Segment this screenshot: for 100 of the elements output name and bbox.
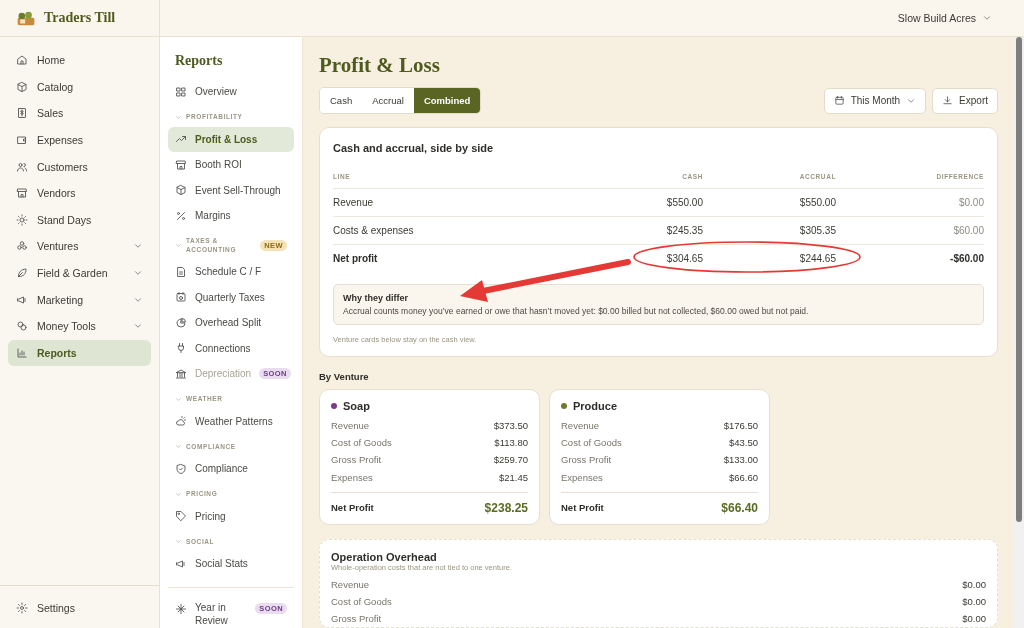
leaf-icon — [16, 267, 28, 280]
nav-item[interactable]: Catalog — [8, 73, 151, 101]
note-text: Accrual counts money you’ve earned or owe that hasn’t moved yet: $0.00 billed but not collected, $60.00 owed but not paid. — [343, 306, 810, 316]
row-value: $66.60 — [728, 471, 758, 483]
settings-icon — [16, 601, 28, 614]
table-cell-text: $550.00 — [798, 197, 836, 208]
row-label: Revenue — [561, 420, 600, 432]
nav-item[interactable]: Marketing — [8, 286, 151, 313]
store-icon — [16, 187, 28, 200]
nav-item[interactable]: Expenses — [8, 126, 151, 154]
app-name: Traders Till — [44, 10, 116, 26]
calendar-icon — [175, 291, 187, 304]
megaphone-icon — [175, 557, 187, 570]
section-title: Reports — [174, 52, 224, 70]
bar-chart-icon — [16, 346, 28, 359]
nav-item[interactable]: Ventures — [8, 233, 151, 260]
chevron-down-icon — [175, 395, 182, 403]
chevron-down-icon — [175, 490, 182, 498]
table-cell-text: $245.35 — [665, 225, 703, 236]
people-icon — [16, 160, 28, 173]
download-icon — [942, 95, 954, 106]
shield-icon — [175, 462, 187, 475]
account-menu[interactable]: Slow Build Acres — [893, 8, 996, 28]
row-label: Revenue — [331, 420, 370, 432]
table-cell-text: $550.00 — [665, 197, 703, 208]
nav-item[interactable]: Home — [8, 47, 151, 74]
nav-item[interactable]: Customers — [8, 153, 151, 180]
row-label: Expenses — [331, 471, 373, 483]
scrollbar[interactable] — [1014, 37, 1024, 628]
percent-icon — [175, 209, 187, 222]
page-title: Profit & Loss — [319, 52, 441, 79]
row-value: $373.50 — [493, 420, 528, 432]
period-dropdown[interactable]: This Month — [823, 87, 927, 114]
megaphone-icon — [16, 293, 28, 306]
settings-item[interactable]: Settings — [8, 594, 151, 621]
report-link[interactable]: Pricing — [168, 503, 294, 529]
report-link[interactable]: Schedule C / F — [168, 259, 294, 285]
nav-item[interactable]: Sales — [8, 100, 151, 127]
table-cell-text: $60.00 — [952, 225, 984, 236]
logo-icon — [16, 9, 36, 27]
sparkle-icon — [175, 602, 187, 615]
nav-item[interactable]: Vendors — [8, 179, 151, 207]
row-value: $176.50 — [723, 420, 758, 432]
report-link[interactable]: Profit & Loss — [168, 126, 294, 152]
row-label: Cost of Goods — [331, 437, 392, 449]
cloud-icon — [175, 415, 187, 428]
nav-item[interactable]: Stand Days — [8, 206, 151, 234]
report-link[interactable]: Connections — [168, 335, 294, 361]
report-link[interactable]: Quarterly Taxes — [168, 284, 294, 310]
row-label: Gross Profit — [331, 613, 382, 625]
table-cell-text: -$60.00 — [949, 253, 984, 264]
grid-icon — [175, 85, 187, 98]
report-link[interactable]: Weather Patterns — [168, 408, 294, 434]
report-link[interactable]: Social Stats — [168, 551, 294, 577]
net-profit-value: $66.40 — [721, 500, 758, 515]
chevron-down-icon — [175, 113, 182, 121]
note-title: Why they differ — [343, 293, 409, 303]
net-profit-value: $238.25 — [484, 500, 528, 515]
nav-item[interactable]: Field & Garden — [8, 259, 151, 287]
export-button[interactable]: Export — [932, 87, 998, 114]
store-icon — [175, 158, 187, 171]
row-value: $0.00 — [962, 613, 986, 625]
coins-icon — [16, 320, 28, 333]
pie-chart-icon — [175, 316, 187, 329]
table-cell-text: $0.00 — [957, 197, 984, 208]
row-value: $259.70 — [493, 454, 528, 466]
table-cell-text: Costs & expenses — [333, 225, 415, 236]
row-label: Cost of Goods — [331, 596, 392, 608]
row-value: $133.00 — [723, 454, 758, 466]
venture-name: Produce — [573, 400, 617, 412]
calendar-icon — [833, 95, 845, 106]
cube-icon — [16, 80, 28, 93]
cluster-icon — [16, 240, 28, 253]
view-tab[interactable]: Combined — [413, 88, 481, 113]
report-link[interactable]: Margins — [168, 203, 294, 229]
document-icon — [175, 265, 187, 278]
card-title: Cash and accrual, side by side — [333, 142, 495, 154]
row-value: $43.50 — [728, 437, 758, 449]
nav-item[interactable]: Reports — [8, 339, 151, 367]
report-link[interactable]: Overview — [168, 79, 294, 105]
table-cell-text: $244.65 — [798, 253, 836, 264]
report-link[interactable]: Overhead Split — [168, 310, 294, 336]
row-value: $113.80 — [494, 437, 528, 449]
home-icon — [16, 54, 28, 67]
row-label: Net Profit — [561, 502, 604, 514]
chevron-down-icon — [175, 241, 182, 249]
cube-icon — [175, 184, 187, 197]
row-label: Expenses — [561, 471, 603, 483]
sun-icon — [16, 213, 28, 226]
dollar-icon — [16, 107, 28, 120]
chevron-down-icon — [175, 443, 182, 450]
plug-icon — [175, 342, 187, 355]
nav-item[interactable]: Money Tools — [8, 312, 151, 340]
table-cell-text: Revenue — [333, 197, 375, 208]
report-link[interactable]: Compliance — [168, 456, 294, 482]
row-label: Cost of Goods — [561, 437, 622, 449]
report-link[interactable]: Event Sell-Through — [168, 177, 294, 203]
table-cell-text: $305.35 — [798, 225, 836, 236]
card-title: Operation Overhead — [331, 550, 438, 563]
report-link[interactable]: Booth ROI — [168, 152, 294, 178]
